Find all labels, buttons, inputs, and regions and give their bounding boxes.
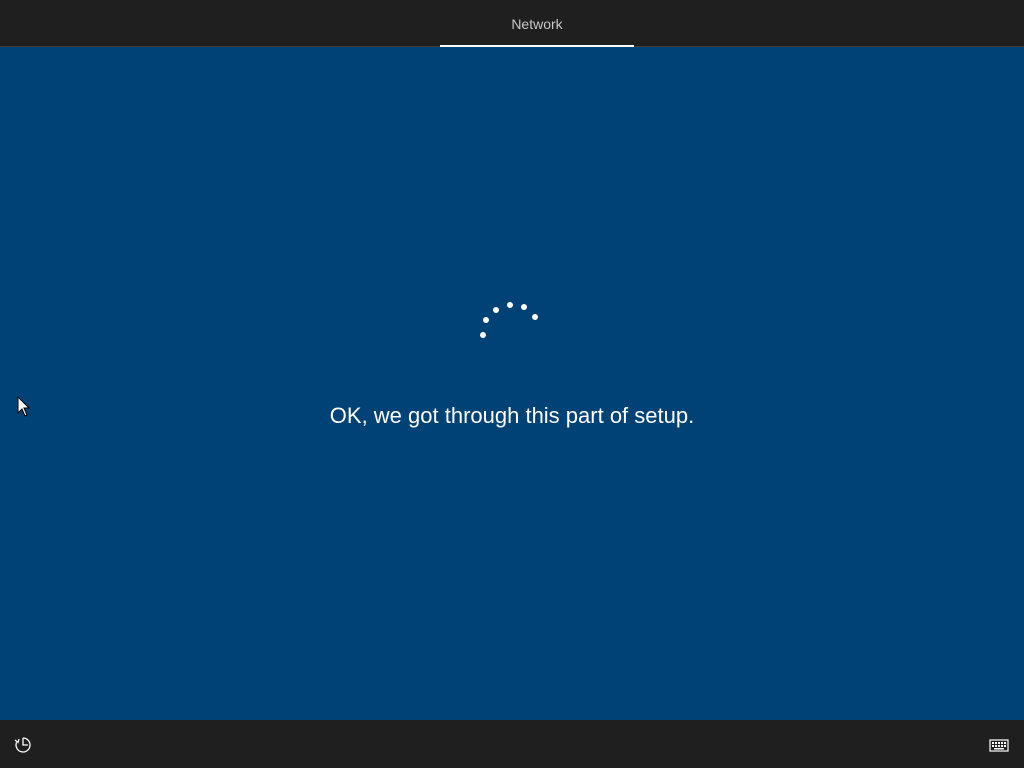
tab-network: Network: [511, 16, 563, 32]
loading-spinner-icon: [480, 302, 538, 338]
top-bar: Network: [0, 0, 1024, 47]
setup-content: OK, we got through this part of setup.: [0, 47, 1024, 720]
ease-of-access-icon[interactable]: [12, 734, 34, 756]
mouse-pointer-icon: [17, 396, 31, 417]
bottom-bar: [0, 720, 1024, 768]
status-message: OK, we got through this part of setup.: [329, 403, 695, 428]
keyboard-icon[interactable]: [988, 735, 1010, 755]
